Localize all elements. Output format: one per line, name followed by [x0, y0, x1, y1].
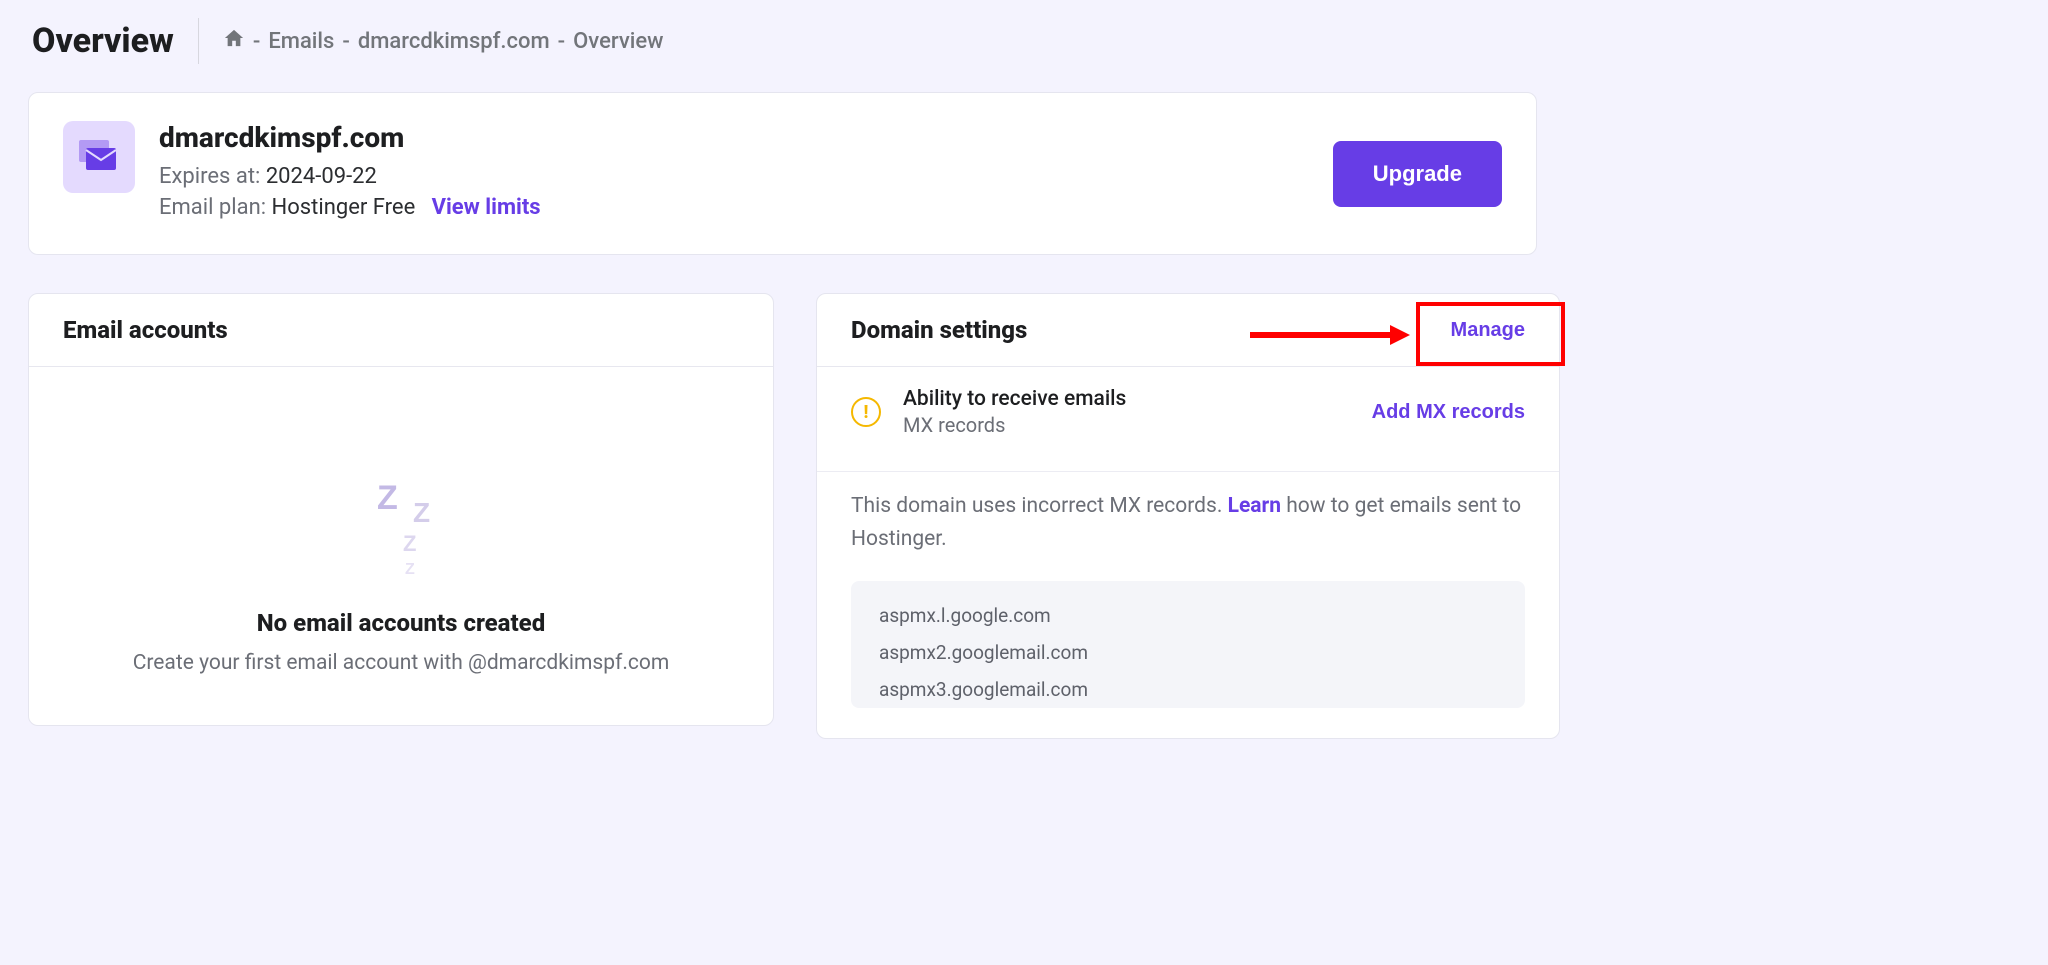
manage-button[interactable]: Manage	[1451, 319, 1525, 342]
breadcrumb-sep: -	[253, 29, 260, 54]
mx-message-text-1: This domain uses incorrect MX records.	[851, 494, 1228, 518]
mx-records-list: aspmx.l.google.com aspmx2.googlemail.com…	[851, 581, 1525, 708]
mx-message: This domain uses incorrect MX records. L…	[851, 490, 1525, 555]
breadcrumb-emails[interactable]: Emails	[268, 29, 334, 54]
domain-settings-title: Domain settings	[851, 316, 1027, 344]
expires-label: Expires at:	[159, 164, 260, 189]
breadcrumb-sep: -	[342, 29, 349, 54]
learn-link[interactable]: Learn	[1228, 494, 1281, 518]
page-title: Overview	[32, 21, 174, 61]
header-divider	[198, 18, 199, 64]
sleeping-icon: Z Z Z Z	[59, 479, 743, 589]
mx-records-label: MX records	[903, 413, 1126, 437]
breadcrumb-current: Overview	[573, 29, 663, 54]
mx-setting-row: ! Ability to receive emails MX records A…	[817, 367, 1559, 457]
mx-record-item: aspmx3.googlemail.com	[879, 671, 1497, 708]
page-header: Overview - Emails - dmarcdkimspf.com - O…	[28, 18, 1537, 64]
email-accounts-panel: Email accounts Z Z Z Z No email accounts…	[28, 293, 774, 726]
mail-icon	[63, 121, 135, 193]
plan-label: Email plan:	[159, 195, 266, 220]
breadcrumb-domain[interactable]: dmarcdkimspf.com	[358, 29, 550, 54]
mx-record-item: aspmx.l.google.com	[879, 597, 1497, 634]
mx-record-item: aspmx2.googlemail.com	[879, 634, 1497, 671]
divider	[817, 471, 1559, 472]
domain-card: dmarcdkimspf.com Expires at: 2024-09-22 …	[28, 92, 1537, 255]
expires-value: 2024-09-22	[266, 164, 377, 189]
plan-value: Hostinger Free	[272, 195, 416, 220]
email-accounts-title: Email accounts	[63, 316, 228, 344]
empty-subtitle: Create your first email account with @dm…	[59, 651, 743, 675]
domain-name: dmarcdkimspf.com	[159, 121, 541, 154]
empty-title: No email accounts created	[59, 609, 743, 637]
upgrade-button[interactable]: Upgrade	[1333, 141, 1502, 207]
view-limits-link[interactable]: View limits	[432, 195, 541, 220]
breadcrumb-sep: -	[558, 29, 565, 54]
warning-icon: !	[851, 397, 881, 427]
breadcrumb: - Emails - dmarcdkimspf.com - Overview	[223, 28, 664, 54]
domain-settings-panel: Domain settings Manage ! Ability to rece…	[816, 293, 1560, 739]
add-mx-records-button[interactable]: Add MX records	[1372, 401, 1525, 424]
home-icon[interactable]	[223, 28, 245, 54]
receive-emails-label: Ability to receive emails	[903, 387, 1126, 411]
email-accounts-empty: Z Z Z Z No email accounts created Create…	[29, 367, 773, 725]
